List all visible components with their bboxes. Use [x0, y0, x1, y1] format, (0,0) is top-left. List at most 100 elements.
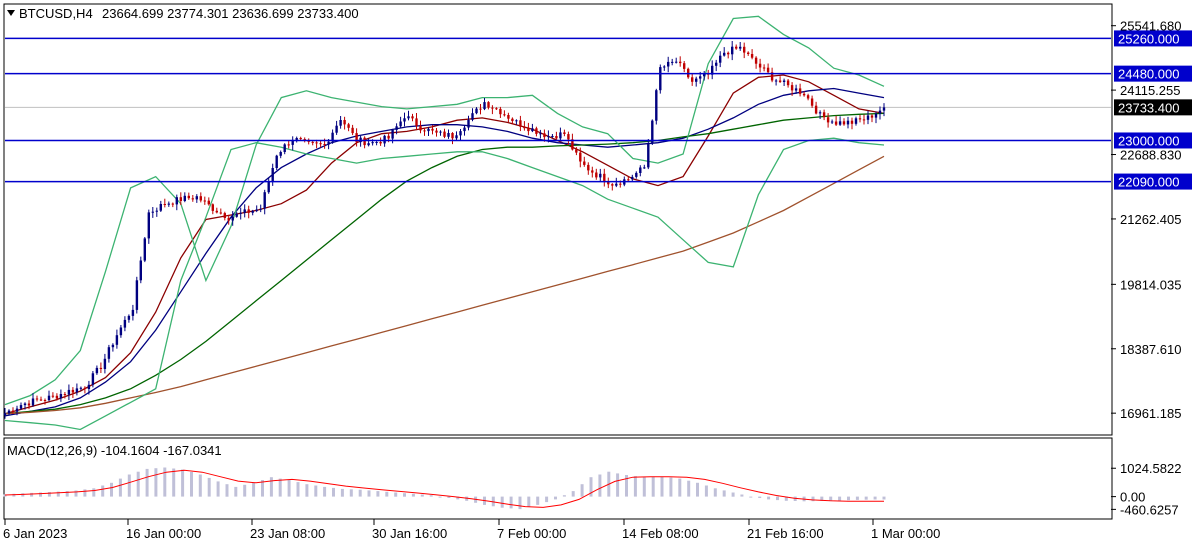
candle-body	[27, 403, 31, 406]
macd-bar	[314, 485, 318, 497]
candle-body	[659, 67, 662, 91]
candle-body	[842, 121, 846, 125]
candle-body	[715, 62, 718, 66]
candle-body	[103, 358, 107, 369]
candle-body	[559, 132, 562, 139]
y-tick-label: 25541.680	[1120, 19, 1181, 34]
candle-body	[375, 142, 378, 143]
candle-body	[874, 113, 878, 118]
time-axis: 6 Jan 2023 16 Jan 00:00 23 Jan 08:00 30 Jan…	[3, 519, 940, 541]
x-tick-label: 21 Feb 16:00	[747, 526, 824, 541]
candle-body	[691, 77, 694, 82]
macd-bar	[340, 488, 344, 497]
candle-body	[471, 113, 474, 120]
candle-body	[171, 203, 174, 205]
candle-body	[515, 120, 518, 122]
candle-body	[211, 204, 214, 211]
candle-body	[207, 200, 210, 205]
collapse-triangle-icon[interactable]	[7, 10, 15, 16]
macd-bar	[154, 468, 158, 497]
y-tick-label: 21262.405	[1120, 212, 1181, 227]
level-label: 23000.000	[1118, 133, 1179, 148]
candle-body	[111, 344, 115, 348]
candle-body	[287, 144, 290, 146]
candle-body	[475, 108, 478, 114]
macd-bar	[234, 486, 238, 497]
macd-bar	[580, 484, 584, 497]
candle-body	[415, 118, 418, 126]
candle-body	[367, 143, 370, 146]
candle-body	[834, 121, 838, 125]
candle-body	[63, 394, 67, 395]
macd-bar	[278, 478, 282, 497]
candle-body	[822, 112, 826, 118]
macd-bar	[92, 488, 96, 497]
candle-body	[699, 76, 702, 79]
candle-body	[223, 213, 226, 218]
macd-bar	[438, 496, 442, 498]
candle-body	[19, 405, 23, 409]
macd-pane[interactable]	[3, 467, 886, 510]
candle-body	[846, 120, 850, 125]
candle-body	[527, 128, 530, 132]
macd-y-tick-label: -460.6257	[1120, 502, 1179, 517]
candle-body	[187, 195, 190, 199]
candle-body	[327, 141, 330, 145]
candle-body	[479, 108, 482, 110]
macd-bar	[731, 492, 735, 497]
candle-body	[39, 399, 43, 401]
candle-body	[351, 127, 354, 134]
candle-body	[583, 161, 586, 165]
macd-bar	[545, 496, 549, 503]
candle-body	[810, 98, 814, 106]
macd-bar	[642, 477, 646, 497]
x-tick-label: 16 Jan 00:00	[126, 526, 201, 541]
candle-body	[719, 55, 722, 63]
candle-body	[786, 80, 790, 86]
price-pane[interactable]	[3, 15, 1111, 431]
candle-body	[774, 80, 778, 82]
candle-body	[635, 172, 638, 177]
candle-body	[543, 133, 546, 138]
candle-body	[595, 172, 598, 178]
macd-bar	[722, 490, 726, 497]
macd-bar	[651, 477, 655, 497]
macd-bar	[216, 481, 220, 497]
candle-body	[247, 209, 250, 213]
x-tick-label: 30 Jan 16:00	[372, 526, 447, 541]
candle-body	[439, 131, 442, 133]
macd-bar	[207, 477, 211, 497]
macd-bar	[811, 496, 815, 502]
chart-window[interactable]: 25260.000 24480.000 23000.000 22090.000 2554…	[0, 0, 1200, 546]
macd-bar	[145, 468, 149, 497]
candle-body	[830, 121, 834, 123]
y-tick-label: 22688.830	[1120, 148, 1181, 163]
candle-body	[655, 90, 658, 121]
candle-body	[794, 88, 798, 91]
y-tick-label: 24115.255	[1120, 83, 1181, 98]
candle-body	[778, 80, 782, 83]
macd-bar	[101, 485, 105, 497]
candle-body	[487, 102, 490, 108]
candle-body	[143, 238, 146, 261]
candle-body	[723, 52, 726, 56]
candle-body	[127, 315, 131, 320]
candle-body	[878, 110, 882, 114]
candle-body	[59, 394, 63, 399]
candle-body	[762, 67, 766, 69]
candle-body	[667, 61, 670, 67]
candle-body	[135, 280, 139, 310]
candle-body	[671, 61, 674, 63]
candle-body	[539, 133, 542, 135]
candle-body	[3, 413, 7, 416]
x-tick-label: 23 Jan 08:00	[250, 526, 325, 541]
macd-bar	[385, 491, 389, 497]
macd-bar	[447, 496, 451, 498]
candle-body	[631, 176, 634, 180]
candle-body	[179, 197, 182, 201]
candle-body	[750, 54, 754, 58]
candle-body	[123, 319, 127, 328]
candle-body	[818, 112, 822, 114]
chart-canvas[interactable]: 25260.00024480.00023000.00022090.0002554…	[0, 0, 1200, 546]
candle-body	[195, 196, 198, 200]
